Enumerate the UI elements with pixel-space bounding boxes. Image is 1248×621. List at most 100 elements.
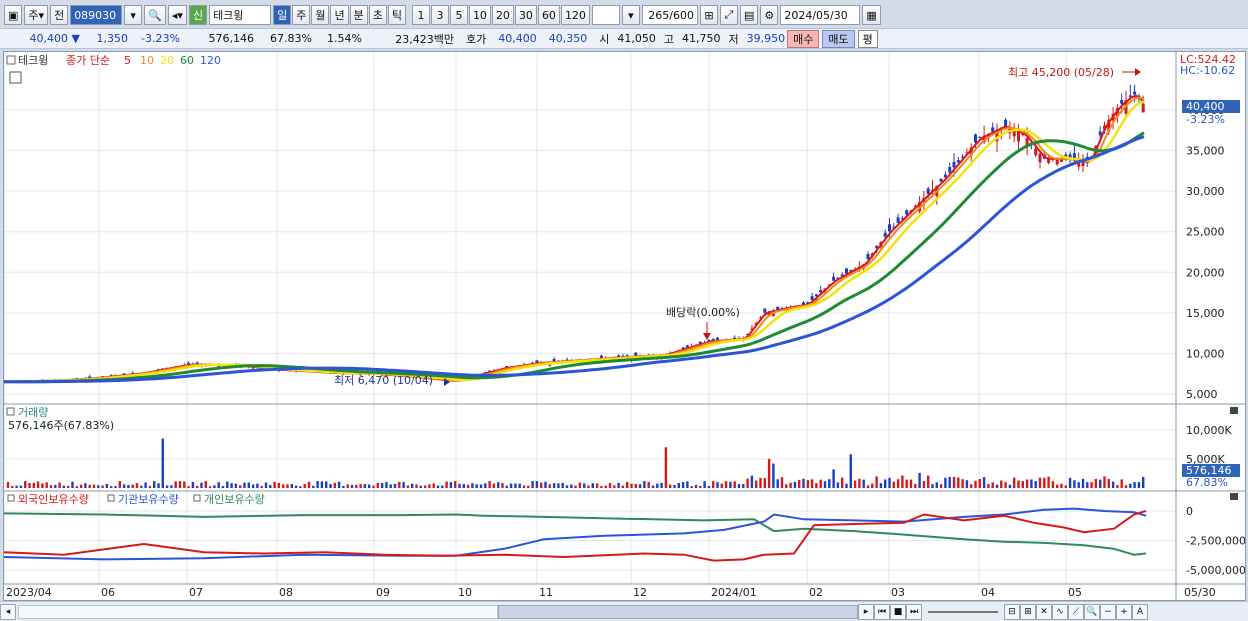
interval-tab-1[interactable]: 1 [411, 5, 430, 25]
volume-bar [307, 481, 311, 488]
volume-panel-close-icon[interactable] [1230, 407, 1238, 414]
buy-button[interactable]: 매수 [787, 29, 820, 48]
period-tab-1[interactable]: 주 [292, 5, 311, 25]
volume-bar [1068, 477, 1072, 488]
interval-dropdown-icon[interactable]: ▾ [621, 5, 640, 25]
price-tag-label: 40,400 [1186, 100, 1225, 113]
volume-bar [681, 482, 685, 488]
period-tab-3[interactable]: 년 [330, 5, 349, 25]
chart-area[interactable]: 테크윙 종가 단순 5 10 20 60 120 LC:524.42 HC:-1… [3, 51, 1246, 601]
volume-bar [686, 481, 689, 488]
last-page-icon[interactable]: ⏭ [906, 603, 922, 620]
code-dropdown-icon[interactable]: ▾ [124, 5, 143, 25]
volume-bar [88, 484, 91, 488]
high-label: 고 [663, 32, 674, 46]
draw-tool-icon[interactable]: ⤢ [719, 5, 738, 25]
zoom-out-icon[interactable]: − [1100, 603, 1116, 620]
volume-bar [583, 483, 586, 488]
volume-bar [720, 483, 723, 488]
split-icon[interactable]: ⊞ [1020, 603, 1036, 620]
period-tab-4[interactable]: 분 [349, 5, 368, 25]
scroll-right-icon[interactable]: ▸ [858, 603, 874, 620]
legend-ma-120: 120 [200, 54, 221, 67]
interval-tab-3[interactable]: 3 [430, 5, 449, 25]
stop-icon[interactable]: ■ [890, 603, 906, 620]
prev-button[interactable]: 전 [50, 5, 69, 25]
volume-bar [234, 483, 238, 488]
interval-tab-30[interactable]: 30 [514, 5, 537, 25]
volume-bar [497, 482, 500, 488]
volume-bar [131, 484, 134, 488]
chart-svg[interactable]: 테크윙 종가 단순 5 10 20 60 120 LC:524.42 HC:-1… [3, 52, 1246, 600]
sell-button[interactable]: 매도 [822, 29, 855, 48]
period-tab-5[interactable]: 초 [368, 5, 387, 25]
speaker-icon[interactable]: ◂▾ [167, 5, 187, 25]
volume-bar [952, 476, 956, 488]
volume-bar [449, 482, 453, 488]
volume-bar [970, 484, 973, 488]
stock-code-input[interactable]: 089030 [70, 5, 123, 25]
chart-scrollbar[interactable]: ◂ ▸ ⏮ ■ ⏭ ⊟ ⊞ ✕ ∿ ⟋ 🔍 − + A [0, 601, 1248, 621]
volume-bar [737, 484, 741, 488]
volume-bar [1090, 482, 1093, 488]
volume-bar [411, 483, 414, 488]
ruler-icon[interactable]: ⟋ [1068, 603, 1084, 620]
font-size-icon[interactable]: A [1132, 603, 1148, 620]
volume-bar [239, 485, 242, 488]
magnify-icon[interactable]: 🔍 [1084, 603, 1100, 620]
period-tab-0[interactable]: 일 [273, 5, 292, 25]
volume-bar [282, 484, 285, 488]
interval-tab-20[interactable]: 20 [491, 5, 514, 25]
interval-tab-120[interactable]: 120 [560, 5, 590, 25]
scroll-thumb[interactable] [498, 604, 858, 619]
candle-type-icon[interactable]: ⊞ [699, 5, 718, 25]
volume-bar [707, 486, 711, 488]
volume-bar [1064, 485, 1067, 488]
zoom-in-icon[interactable]: + [1116, 603, 1132, 620]
volume-bar [514, 483, 517, 488]
scroll-left-icon[interactable]: ◂ [0, 603, 16, 620]
quote-bar: 40,400 ▼ 1,350 -3.23% 576,146 67.83% 1.5… [0, 28, 1248, 49]
interval-tab-10[interactable]: 10 [468, 5, 491, 25]
holdings-panel-close-icon[interactable] [1230, 493, 1238, 500]
volume-bar [608, 483, 612, 488]
volume-bar [978, 479, 981, 488]
volume-bar [927, 475, 930, 488]
volume-bar [213, 485, 216, 488]
compare-icon[interactable]: ⊟ [1004, 603, 1020, 620]
candle-body [896, 217, 900, 223]
volume-bar [110, 486, 113, 488]
trend-icon[interactable]: ∿ [1052, 603, 1068, 620]
volume-bar [853, 480, 857, 488]
interval-input[interactable] [591, 5, 620, 25]
period-tab-6[interactable]: 틱 [387, 5, 406, 25]
volume-bar [101, 485, 104, 488]
period-tab-2[interactable]: 월 [311, 5, 330, 25]
data-table-icon[interactable] [9, 71, 22, 84]
market-select[interactable]: 주 ▾ [24, 5, 49, 25]
volume-bar [664, 447, 668, 488]
volume-bar [557, 483, 560, 488]
chart-layout-icon[interactable]: ▣ [4, 5, 23, 25]
zoom-slider[interactable] [928, 610, 998, 613]
volume-bar [875, 476, 878, 488]
gear-icon[interactable]: ⚙ [760, 5, 779, 25]
search-icon[interactable]: 🔍 [144, 5, 166, 25]
scroll-track[interactable] [18, 604, 498, 619]
stock-name-value: 테크윙 [213, 9, 244, 22]
date-input[interactable]: 2024/05/30 [780, 5, 861, 25]
volume-bar [836, 482, 840, 488]
calendar-icon[interactable]: ▦ [862, 5, 881, 25]
evaluate-button[interactable]: 평 [857, 29, 878, 48]
volume-bar [415, 484, 418, 488]
count-field[interactable]: 265/600 [641, 5, 698, 25]
interval-tab-60[interactable]: 60 [537, 5, 560, 25]
interval-tab-5[interactable]: 5 [449, 5, 468, 25]
crosshair-icon[interactable]: ✕ [1036, 603, 1052, 620]
volume-bar [772, 463, 775, 488]
save-icon[interactable]: ▤ [739, 5, 759, 25]
volume-bar [243, 482, 246, 488]
first-page-icon[interactable]: ⏮ [874, 603, 890, 620]
stock-name-field[interactable]: 테크윙 [209, 5, 272, 25]
holdings-legend-item-2: 개인보유수량 [204, 493, 265, 506]
